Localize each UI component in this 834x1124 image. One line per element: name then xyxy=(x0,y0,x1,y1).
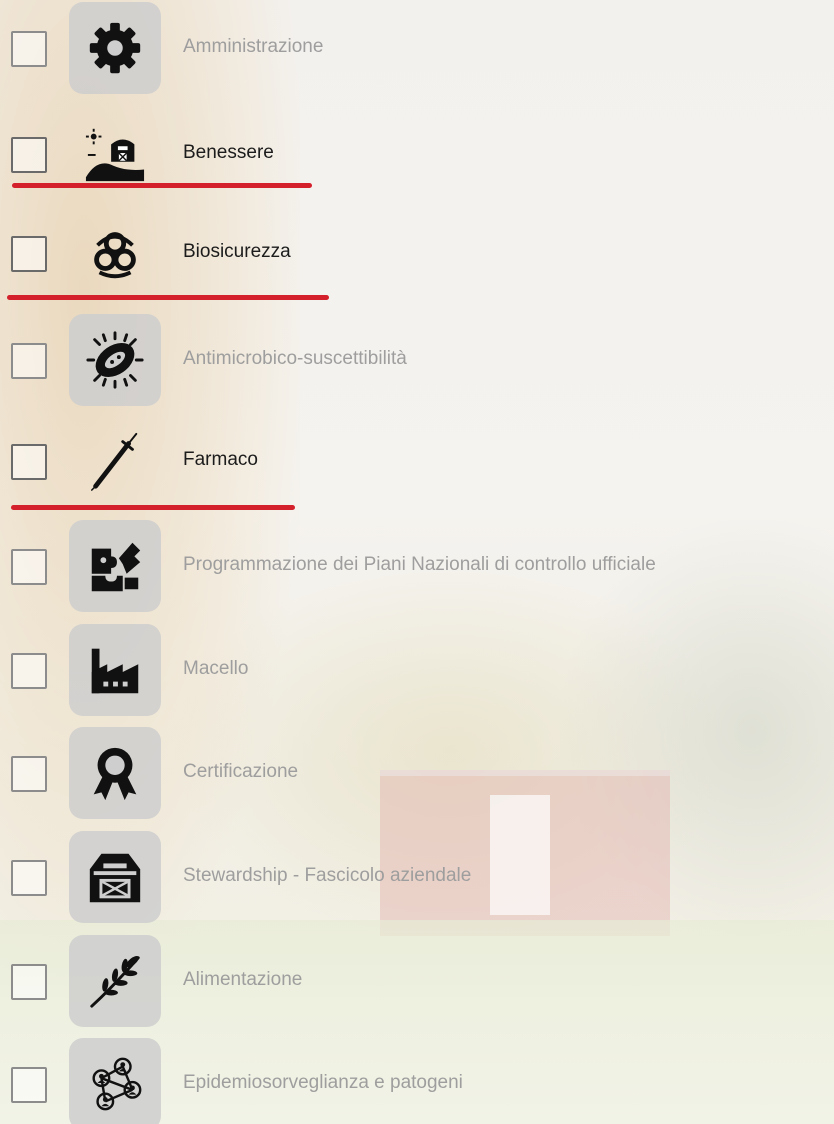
icon-tile xyxy=(69,727,161,819)
bacteria-icon xyxy=(86,331,144,389)
list-item-stewardship[interactable]: Stewardship - Fascicolo aziendale xyxy=(0,831,834,925)
list-item-programmazione[interactable]: Programmazione dei Piani Nazionali di co… xyxy=(0,520,834,614)
checkbox-epidemiosorveglianza[interactable] xyxy=(11,1067,47,1103)
checkbox-antimicrobico-suscettibilita[interactable] xyxy=(11,343,47,379)
checkbox-programmazione[interactable] xyxy=(11,549,47,585)
highlight-underline xyxy=(7,295,329,300)
list-item-epidemiosorveglianza[interactable]: Epidemiosorveglianza e patogeni xyxy=(0,1038,834,1124)
farm-barn-sun-icon xyxy=(85,128,145,182)
list-item-certificazione[interactable]: Certificazione xyxy=(0,727,834,821)
icon-tile xyxy=(69,624,161,716)
checkbox-amministrazione[interactable] xyxy=(11,31,47,67)
checkbox-biosicurezza[interactable] xyxy=(11,236,47,272)
list-item-farmaco[interactable]: Farmaco xyxy=(0,415,834,509)
icon-tile xyxy=(69,831,161,923)
gear-icon xyxy=(89,22,141,74)
icon-tile xyxy=(69,1038,161,1124)
item-label: Stewardship - Fascicolo aziendale xyxy=(183,865,472,886)
checkbox-macello[interactable] xyxy=(11,653,47,689)
highlight-underline xyxy=(12,183,312,188)
highlight-underline xyxy=(11,505,295,510)
list-item-alimentazione[interactable]: Alimentazione xyxy=(0,935,834,1029)
factory-icon xyxy=(91,648,139,694)
item-label: Amministrazione xyxy=(183,36,324,57)
award-ribbon-icon xyxy=(93,747,137,801)
item-label: Programmazione dei Piani Nazionali di co… xyxy=(183,554,656,575)
icon-tile xyxy=(69,415,161,507)
network-people-icon xyxy=(92,1057,142,1111)
item-label: Antimicrobico-suscettibilità xyxy=(183,348,407,369)
puzzle-map-icon xyxy=(91,542,141,592)
icon-tile xyxy=(69,2,161,94)
item-label: Macello xyxy=(183,658,249,679)
checkbox-benessere[interactable] xyxy=(11,137,47,173)
checkbox-alimentazione[interactable] xyxy=(11,964,47,1000)
icon-tile xyxy=(69,207,161,299)
checkbox-farmaco[interactable] xyxy=(11,444,47,480)
list-item-amministrazione[interactable]: Amministrazione xyxy=(0,2,834,96)
item-label: Farmaco xyxy=(183,449,258,470)
item-label: Alimentazione xyxy=(183,969,303,990)
barn-icon xyxy=(89,853,141,903)
item-label: Certificazione xyxy=(183,761,299,782)
checkbox-certificazione[interactable] xyxy=(11,756,47,792)
syringe-icon xyxy=(91,432,138,491)
icon-tile xyxy=(69,935,161,1027)
icon-tile xyxy=(69,520,161,612)
item-label: Benessere xyxy=(183,142,274,163)
biohazard-icon xyxy=(94,232,136,279)
list-item-macello[interactable]: Macello xyxy=(0,624,834,718)
item-label: Epidemiosorveglianza e patogeni xyxy=(183,1072,463,1093)
icon-tile xyxy=(69,314,161,406)
list-item-biosicurezza[interactable]: Biosicurezza xyxy=(0,207,834,301)
checkbox-stewardship[interactable] xyxy=(11,860,47,896)
list-item-antimicrobico-suscettibilita[interactable]: Antimicrobico-suscettibilità xyxy=(0,314,834,408)
item-label: Biosicurezza xyxy=(183,241,291,262)
wheat-icon xyxy=(90,956,140,1008)
